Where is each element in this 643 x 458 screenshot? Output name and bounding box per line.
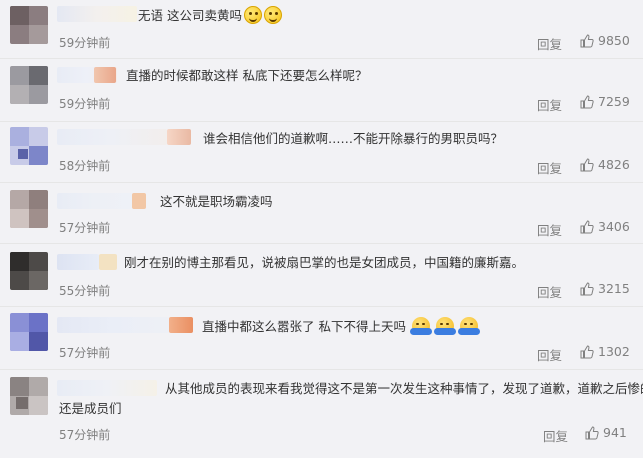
comment-text-content: 谁会相信他们的道歉啊……不能开除暴行的男职员吗？: [203, 131, 504, 146]
comment-time: 57分钟前: [59, 428, 111, 442]
like-button[interactable]: 3215: [580, 281, 630, 296]
reply-button[interactable]: 回复: [543, 426, 568, 445]
comment-text-content: 这不就是职场霸凌吗: [160, 194, 273, 209]
like-count: 7259: [598, 94, 630, 109]
comment-text: 谁会相信他们的道歉啊……不能开除暴行的男职员吗？: [203, 130, 503, 148]
reply-button[interactable]: 回复: [537, 158, 562, 177]
comment-text-content: 直播的时候都敢这样 私底下还要怎么样呢？: [126, 68, 368, 83]
thumbs-up-icon: [580, 33, 594, 47]
username-masked[interactable]: [57, 129, 167, 145]
comment-list: 无语 这公司卖黄吗 59分钟前 回复 9850 直播的时候都敢这样 私底下还要怎…: [0, 0, 643, 458]
comment-text-content: 还是成员们: [59, 401, 122, 416]
comment-text-continued: 还是成员们: [59, 400, 122, 418]
comment-time: 59分钟前: [59, 97, 111, 111]
like-count: 3215: [598, 281, 630, 296]
username-masked[interactable]: [57, 380, 157, 396]
username-masked[interactable]: [169, 317, 193, 333]
comment-time: 58分钟前: [59, 159, 111, 173]
comment-text: 无语 这公司卖黄吗: [138, 6, 282, 25]
comment-time: 57分钟前: [59, 346, 111, 360]
comment-item: 无语 这公司卖黄吗 59分钟前 回复 9850: [0, 0, 643, 58]
comment-time: 55分钟前: [59, 284, 111, 298]
thumbs-up-icon: [580, 219, 594, 233]
like-count: 9850: [598, 33, 630, 48]
comment-item: 这不就是职场霸凌吗 57分钟前 回复 3406: [0, 183, 643, 243]
like-button[interactable]: 3406: [580, 219, 630, 234]
thumbs-up-icon: [580, 94, 594, 108]
reply-button[interactable]: 回复: [537, 34, 562, 53]
username-masked[interactable]: [99, 254, 117, 270]
reply-button[interactable]: 回复: [537, 345, 562, 364]
hug-emoji-icon: [433, 317, 456, 335]
comment-item: 从其他成员的表现来看我觉得这不是第一次发生这种事情了，发现了道歉，道歉之后惨的 …: [0, 370, 643, 458]
thumbs-up-icon: [580, 157, 594, 171]
reply-button[interactable]: 回复: [537, 282, 562, 301]
reply-button[interactable]: 回复: [537, 95, 562, 114]
comment-item: 直播的时候都敢这样 私底下还要怎么样呢？ 59分钟前 回复 7259: [0, 59, 643, 121]
smile-emoji-icon: [263, 6, 282, 24]
hug-emoji-icon: [409, 317, 432, 335]
comment-time: 59分钟前: [59, 36, 111, 50]
username-masked[interactable]: [132, 193, 146, 209]
comment-item: 刚才在别的博主那看见，说被扇巴掌的也是女团成员，中国籍的廉斯嘉。 55分钟前 回…: [0, 244, 643, 306]
like-count: 1302: [598, 344, 630, 359]
reply-button[interactable]: 回复: [537, 220, 562, 239]
comment-item: 直播中都这么嚣张了 私下不得上天吗 57分钟前 回复 1302: [0, 307, 643, 369]
comment-text: 直播中都这么嚣张了 私下不得上天吗: [202, 317, 480, 336]
like-count: 4826: [598, 157, 630, 172]
comment-text: 从其他成员的表现来看我觉得这不是第一次发生这种事情了，发现了道歉，道歉之后惨的: [165, 380, 643, 398]
thumbs-up-icon: [580, 281, 594, 295]
comment-text: 刚才在别的博主那看见，说被扇巴掌的也是女团成员，中国籍的廉斯嘉。: [124, 254, 524, 272]
comment-text-content: 无语 这公司卖黄吗: [138, 8, 242, 23]
like-button[interactable]: 941: [585, 425, 627, 440]
comment-item: 谁会相信他们的道歉啊……不能开除暴行的男职员吗？ 58分钟前 回复 4826: [0, 122, 643, 182]
comment-text-content: 直播中都这么嚣张了 私下不得上天吗: [202, 319, 406, 334]
username-masked[interactable]: [94, 67, 116, 83]
like-button[interactable]: 7259: [580, 94, 630, 109]
comment-text: 直播的时候都敢这样 私底下还要怎么样呢？: [126, 67, 367, 85]
hug-emoji-icon: [457, 317, 480, 335]
avatar[interactable]: [10, 190, 48, 228]
comment-time: 57分钟前: [59, 221, 111, 235]
smile-emoji-icon: [243, 6, 262, 24]
like-button[interactable]: 9850: [580, 33, 630, 48]
username-masked[interactable]: [57, 254, 99, 270]
thumbs-up-icon: [585, 425, 599, 439]
comment-text-content: 从其他成员的表现来看我觉得这不是第一次发生这种事情了，发现了道歉，道歉之后惨的: [165, 381, 643, 396]
comment-text-content: 刚才在别的博主那看见，说被扇巴掌的也是女团成员，中国籍的廉斯嘉。: [124, 255, 525, 270]
avatar[interactable]: [10, 6, 48, 44]
comment-text: 这不就是职场霸凌吗: [160, 193, 273, 211]
avatar[interactable]: [10, 252, 48, 290]
thumbs-up-icon: [580, 344, 594, 358]
avatar[interactable]: [10, 127, 48, 165]
username-masked[interactable]: [167, 129, 191, 145]
username-masked[interactable]: [57, 6, 137, 22]
avatar[interactable]: [10, 313, 48, 351]
username-masked[interactable]: [57, 317, 169, 333]
like-button[interactable]: 1302: [580, 344, 630, 359]
like-button[interactable]: 4826: [580, 157, 630, 172]
like-count: 3406: [598, 219, 630, 234]
like-count: 941: [603, 425, 627, 440]
avatar[interactable]: [10, 377, 48, 415]
username-masked[interactable]: [57, 193, 132, 209]
avatar[interactable]: [10, 66, 48, 104]
